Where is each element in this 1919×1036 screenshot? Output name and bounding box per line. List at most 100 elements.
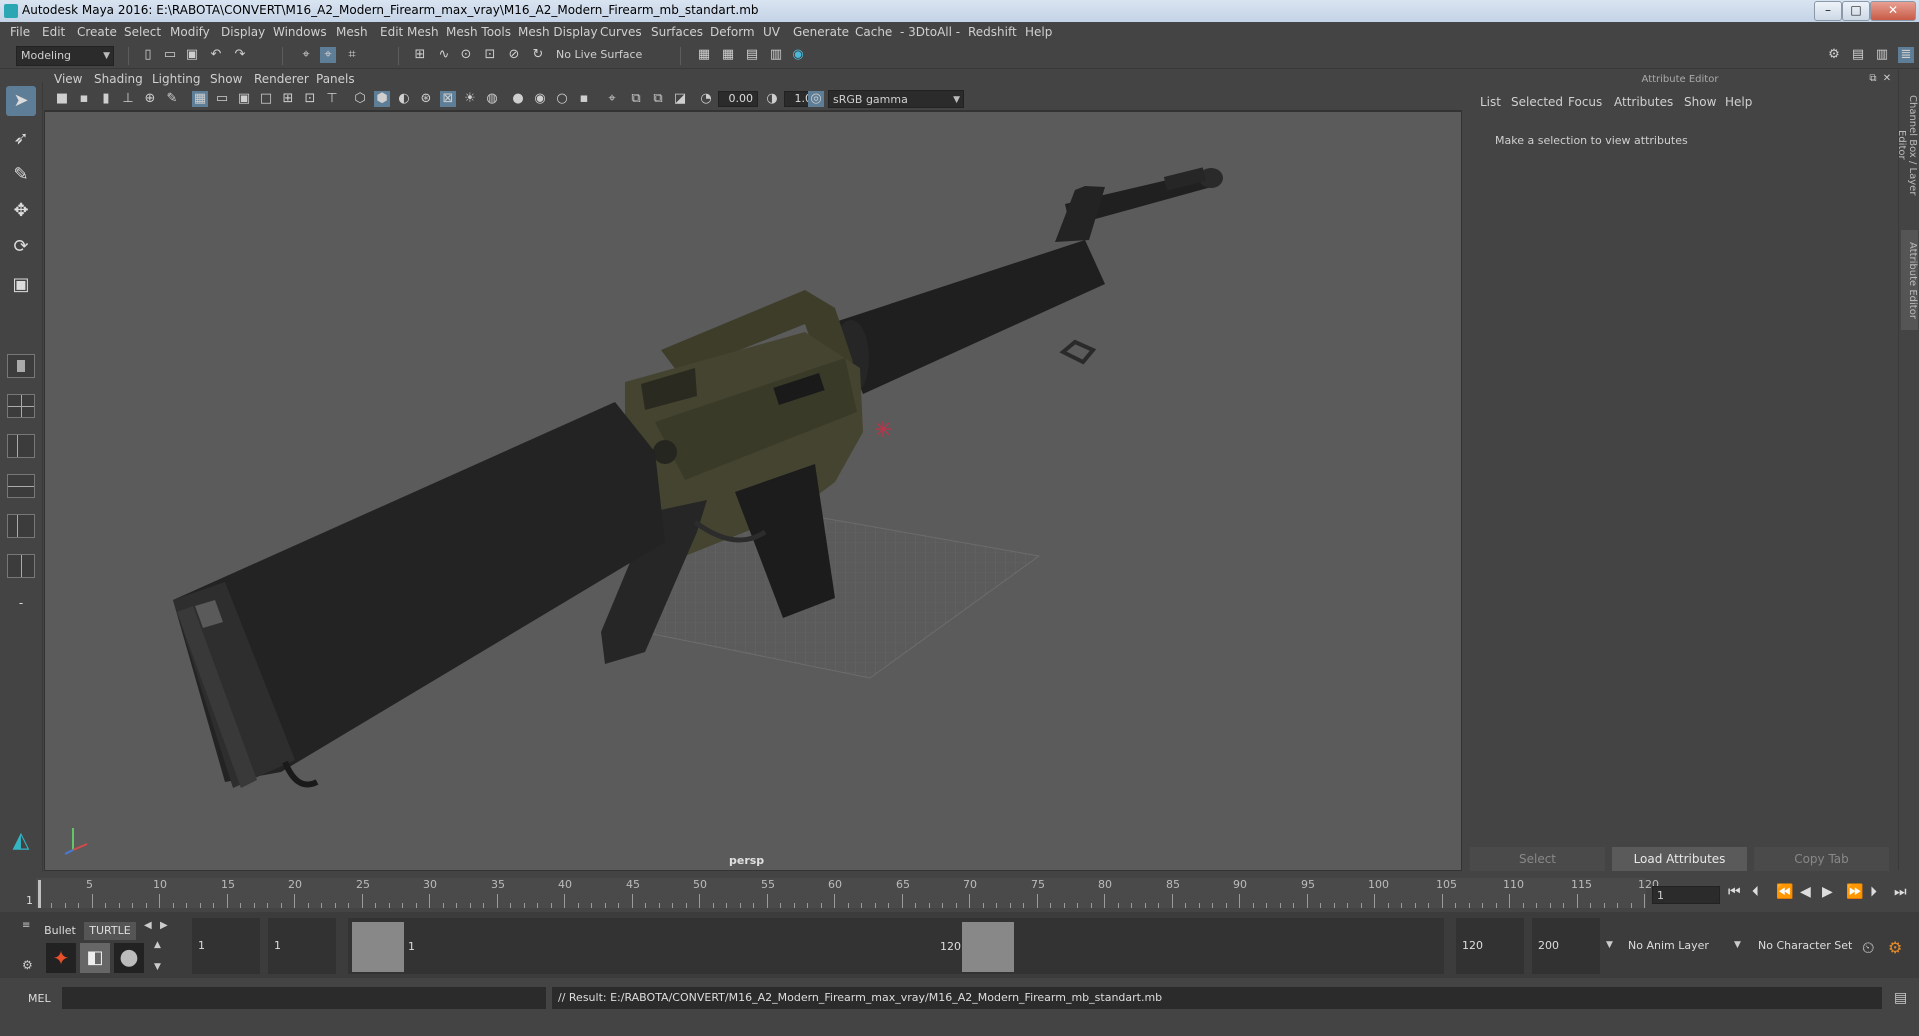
playback-end-field[interactable]: 120	[1456, 918, 1524, 974]
panel-menu-lighting[interactable]: Lighting	[152, 72, 201, 86]
history-icon[interactable]: ↻	[530, 47, 546, 63]
film-gate-icon[interactable]: ▭	[214, 91, 230, 107]
ambient-occlusion-icon[interactable]: ◍	[484, 91, 500, 107]
color-management-icon[interactable]: ◎	[808, 91, 824, 107]
panel-menu-view[interactable]: View	[54, 72, 82, 86]
menu-edit-mesh[interactable]: Edit Mesh	[380, 25, 439, 39]
panel-menu-panels[interactable]: Panels	[316, 72, 355, 86]
snap-point-icon[interactable]: ⊙	[458, 47, 474, 63]
menu-redshift[interactable]: Redshift	[968, 25, 1017, 39]
depth-of-field-icon[interactable]: ○	[554, 91, 570, 107]
menu-file[interactable]: File	[10, 25, 30, 39]
menu-edit[interactable]: Edit	[42, 25, 65, 39]
manipulator-pivot[interactable]	[875, 421, 891, 437]
animation-preferences-icon[interactable]: ⚙	[1888, 938, 1902, 957]
time-ruler[interactable]: 5 10 15 20 25 30 35 40 45 50 55 60 65 70 75 80 85 90 95 100…	[36, 878, 1659, 908]
attr-menu-focus[interactable]: Focus	[1568, 95, 1602, 109]
channel-box-tab[interactable]: Channel Box / Layer Editor	[1896, 80, 1918, 210]
play-backwards-icon[interactable]: ◀	[1800, 884, 1811, 900]
shelf-settings-icon[interactable]: ⚙	[22, 958, 33, 972]
open-scene-icon[interactable]: ▭	[162, 47, 178, 63]
step-back-icon[interactable]: ⏴	[1752, 884, 1759, 900]
menu-mesh-display[interactable]: Mesh Display	[518, 25, 598, 39]
minimize-button[interactable]: –	[1814, 1, 1842, 21]
go-to-end-icon[interactable]: ⏭	[1894, 884, 1907, 900]
resolution-gate-icon[interactable]: ▣	[236, 91, 252, 107]
panel-menu-shading[interactable]: Shading	[94, 72, 143, 86]
field-chart-icon[interactable]: ⊞	[280, 91, 296, 107]
range-end-handle[interactable]	[962, 922, 1014, 972]
select-by-object-icon[interactable]: ⌖	[320, 47, 336, 63]
ipr-render-icon[interactable]: ▦	[720, 47, 736, 63]
attr-menu-show[interactable]: Show	[1684, 95, 1716, 109]
channel-box-toggle-icon[interactable]: ≣	[1898, 47, 1914, 63]
bookmark-icon[interactable]: ▮	[98, 91, 114, 107]
xray-joints-icon[interactable]: ⧉	[628, 91, 644, 107]
exposure-icon[interactable]: ◔	[698, 91, 714, 107]
render-settings-icon[interactable]: ▤	[744, 47, 760, 63]
save-scene-icon[interactable]: ▣	[184, 47, 200, 63]
shelf-tab-bullet[interactable]: Bullet	[40, 922, 80, 940]
wireframe-on-shaded-icon[interactable]: ◐	[396, 91, 412, 107]
menu-generate[interactable]: Generate	[793, 25, 849, 39]
modeling-toolkit-icon[interactable]: ⚙	[1826, 47, 1842, 63]
attr-menu-selected[interactable]: Selected	[1511, 95, 1563, 109]
shelf-render-icon[interactable]: ✦	[46, 943, 76, 973]
hypershade-layout-icon[interactable]	[7, 514, 35, 538]
snap-curve-icon[interactable]: ∿	[436, 47, 452, 63]
camera-attributes-icon[interactable]: ▪	[76, 91, 92, 107]
shelf-bake-icon[interactable]: ◧	[80, 943, 110, 973]
new-scene-icon[interactable]: ▯	[140, 47, 156, 63]
menu-select[interactable]: Select	[124, 25, 161, 39]
textured-icon[interactable]: ⊛	[418, 91, 434, 107]
character-set-dropdown[interactable]: No Character Set	[1752, 918, 1856, 974]
select-by-component-icon[interactable]: ⌗	[344, 47, 360, 63]
maximize-button[interactable]: □	[1842, 1, 1870, 21]
attribute-editor-tab[interactable]: Attribute Editor	[1901, 230, 1918, 330]
shelf-tab-turtle[interactable]: TURTLE	[84, 922, 136, 940]
isolate-select-icon[interactable]: ⌖	[604, 91, 620, 107]
attr-menu-attributes[interactable]: Attributes	[1614, 95, 1673, 109]
close-button[interactable]: ✕	[1870, 1, 1916, 21]
grid-icon[interactable]: ▦	[192, 91, 208, 107]
script-editor-icon[interactable]: ▤	[1894, 990, 1907, 1006]
step-back-key-icon[interactable]: ⏪	[1776, 884, 1793, 900]
scale-tool-icon[interactable]: ▣	[6, 270, 36, 300]
menu-display[interactable]: Display	[221, 25, 265, 39]
use-all-lights-icon[interactable]: ⊠	[440, 91, 456, 107]
current-frame-field[interactable]: 1	[1652, 886, 1720, 904]
load-attributes-button[interactable]: Load Attributes	[1612, 847, 1747, 871]
single-perspective-layout-icon[interactable]	[7, 354, 35, 378]
persp-graph-layout-icon[interactable]	[7, 474, 35, 498]
anim-layer-dropdown[interactable]: No Anim Layer	[1622, 918, 1722, 974]
copy-tab-button[interactable]: Copy Tab	[1754, 847, 1889, 871]
shelf-scroll-left-icon[interactable]: ◀	[144, 920, 152, 931]
multisample-icon[interactable]: ◉	[532, 91, 548, 107]
camera-icon[interactable]: ■	[54, 91, 70, 107]
range-slider[interactable]	[348, 918, 1444, 974]
exposure-field[interactable]: 0.00	[718, 91, 758, 107]
xray-active-icon[interactable]: ⧉	[650, 91, 666, 107]
shelf-menu-icon[interactable]: ≡	[22, 920, 36, 932]
menu-mesh[interactable]: Mesh	[336, 25, 368, 39]
animation-end-field[interactable]: 200	[1532, 918, 1600, 974]
playback-start-field[interactable]: 1	[268, 918, 336, 974]
grease-pencil-icon[interactable]: ✎	[164, 91, 180, 107]
menu-surfaces[interactable]: Surfaces	[651, 25, 703, 39]
play-forwards-icon[interactable]: ▶	[1822, 884, 1833, 900]
m16-rifle-model[interactable]	[173, 167, 1223, 788]
gate-mask-icon[interactable]: □	[258, 91, 274, 107]
animation-start-field[interactable]: 1	[192, 918, 260, 974]
motion-blur-icon[interactable]: ●	[510, 91, 526, 107]
shelf-scroll-right-icon[interactable]: ▶	[160, 920, 168, 931]
menu-deform[interactable]: Deform	[710, 25, 755, 39]
menu-help[interactable]: Help	[1025, 25, 1052, 39]
menu-3dtoall[interactable]: - 3DtoAll -	[900, 25, 960, 39]
four-view-layout-icon[interactable]	[7, 394, 35, 418]
auto-key-icon[interactable]: ⏲	[1862, 938, 1874, 958]
tool-settings-icon[interactable]: ▥	[1874, 47, 1890, 63]
rotate-tool-icon[interactable]: ⟳	[6, 232, 36, 262]
select-button[interactable]: Select	[1470, 847, 1605, 871]
shelf-down-icon[interactable]: ▼	[154, 962, 161, 972]
menu-uv[interactable]: UV	[763, 25, 780, 39]
